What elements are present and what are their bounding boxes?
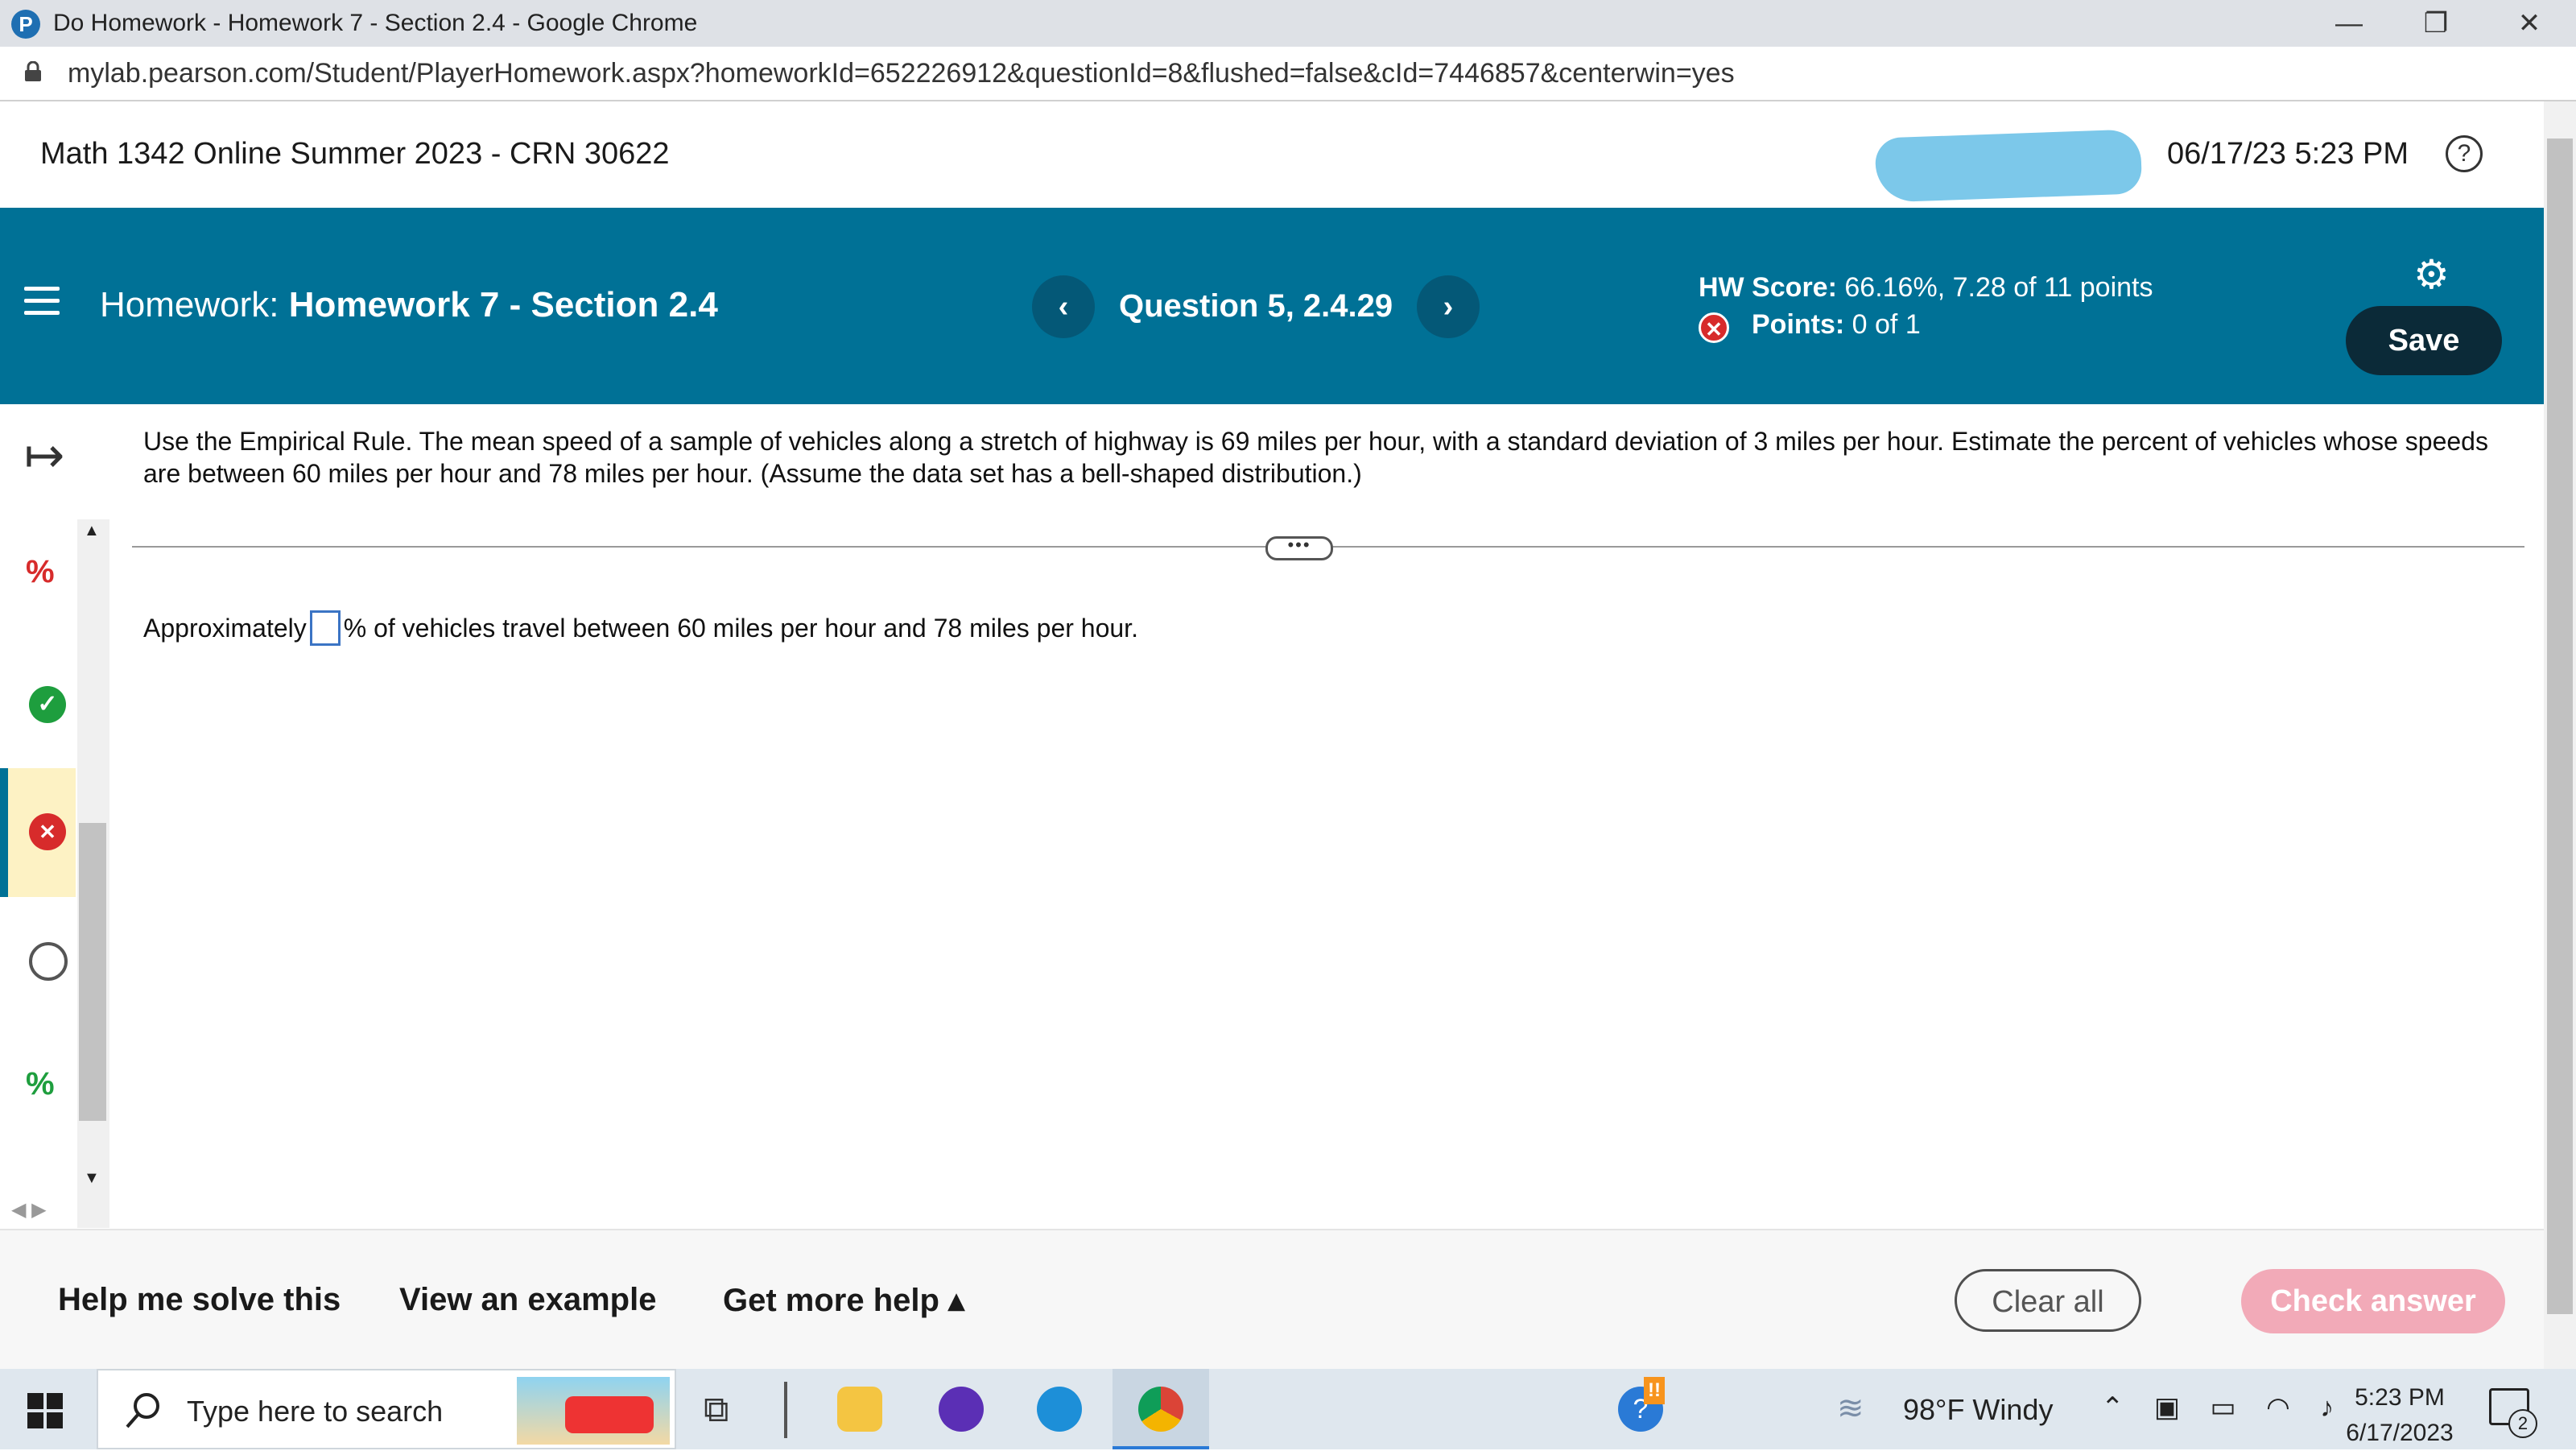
check-answer-button[interactable]: Check answer bbox=[2241, 1269, 2505, 1333]
file-explorer-icon[interactable] bbox=[837, 1387, 882, 1432]
save-button[interactable]: Save bbox=[2346, 306, 2502, 375]
expand-rail-icon[interactable]: ↦ bbox=[24, 432, 64, 480]
date-time: 06/17/23 5:23 PM bbox=[2167, 137, 2409, 171]
search-icon bbox=[126, 1393, 159, 1428]
homework-title: Homework: Homework 7 - Section 2.4 bbox=[100, 285, 718, 325]
redacted-user-name bbox=[1874, 129, 2143, 203]
menu-icon[interactable] bbox=[24, 287, 60, 323]
weather-text[interactable]: 98°F Windy bbox=[1903, 1393, 2053, 1427]
rail-selected-indicator bbox=[0, 768, 8, 897]
browser-title-bar: P Do Homework - Homework 7 - Section 2.4… bbox=[0, 0, 2576, 47]
notification-count: 2 bbox=[2508, 1409, 2537, 1438]
hw-score: HW Score: 66.16%, 7.28 of 11 points bbox=[1699, 272, 2153, 304]
clock-date: 6/17/2023 bbox=[2346, 1420, 2454, 1446]
homework-prefix: Homework: bbox=[100, 285, 279, 325]
close-window-button[interactable]: ✕ bbox=[2481, 0, 2576, 47]
points-value: 0 of 1 bbox=[1852, 309, 1921, 340]
points: Points: 0 of 1 bbox=[1752, 309, 1921, 341]
rail-scroll-down-icon[interactable]: ▼ bbox=[84, 1169, 100, 1188]
previous-question-button[interactable]: ‹ bbox=[1032, 275, 1095, 338]
help-icon[interactable]: ? bbox=[2446, 135, 2483, 172]
rail-scroll-up-icon[interactable]: ▲ bbox=[84, 522, 100, 540]
more-options-button[interactable]: ••• bbox=[1265, 536, 1333, 560]
wind-icon: ≋ bbox=[1837, 1391, 1864, 1426]
address-bar: mylab.pearson.com/Student/PlayerHomework… bbox=[0, 47, 2576, 101]
restore-button[interactable]: ❐ bbox=[2388, 0, 2484, 47]
window-title: Do Homework - Homework 7 - Section 2.4 -… bbox=[53, 10, 698, 36]
hw-score-label: HW Score: bbox=[1699, 272, 1837, 303]
url-field[interactable]: mylab.pearson.com/Student/PlayerHomework… bbox=[68, 58, 1735, 89]
homework-name: Homework 7 - Section 2.4 bbox=[288, 285, 718, 325]
help-me-solve-button[interactable]: Help me solve this bbox=[58, 1282, 341, 1318]
check-icon[interactable]: ✓ bbox=[29, 686, 66, 723]
clock-time: 5:23 PM bbox=[2355, 1384, 2445, 1411]
homework-bar: Homework: Homework 7 - Section 2.4 ‹ Que… bbox=[0, 208, 2544, 404]
minimize-button[interactable]: — bbox=[2301, 0, 2397, 47]
search-highlight-image bbox=[517, 1377, 670, 1445]
chrome-icon bbox=[1138, 1387, 1183, 1432]
gear-icon[interactable]: ⚙ bbox=[2413, 251, 2450, 298]
taskbar-clock[interactable]: 5:23 PM 6/17/2023 bbox=[2339, 1380, 2460, 1451]
question-text: Use the Empirical Rule. The mean speed o… bbox=[143, 427, 2488, 488]
chrome-taskbar-item[interactable] bbox=[1113, 1369, 1209, 1449]
taskbar: Type here to search ⧉ ? !! ≋ 98°F Windy … bbox=[0, 1369, 2576, 1449]
taskbar-divider bbox=[784, 1382, 787, 1438]
circle-icon[interactable] bbox=[29, 942, 68, 981]
edge-icon[interactable] bbox=[1037, 1387, 1082, 1432]
page-scroll-thumb[interactable] bbox=[2547, 138, 2573, 1314]
answer-row: Approximately % of vehicles travel betwe… bbox=[143, 610, 1138, 646]
clear-all-button[interactable]: Clear all bbox=[1955, 1269, 2141, 1332]
next-question-button[interactable]: › bbox=[1417, 275, 1480, 338]
get-more-help-button[interactable]: Get more help ▴ bbox=[723, 1282, 964, 1319]
view-example-button[interactable]: View an example bbox=[399, 1282, 656, 1318]
task-view-icon[interactable]: ⧉ bbox=[704, 1390, 729, 1430]
answer-prefix: Approximately bbox=[143, 613, 307, 643]
van-icon bbox=[565, 1396, 654, 1433]
page-header: Math 1342 Online Summer 2023 - CRN 30622… bbox=[0, 101, 2544, 208]
incorrect-points-icon: ✕ bbox=[1699, 312, 1729, 343]
question-label[interactable]: Question 5, 2.4.29 bbox=[1119, 288, 1393, 325]
rail-hscroll-icon[interactable]: ◀ ▶ bbox=[11, 1198, 47, 1222]
system-tray-icons[interactable]: ⌃ ▣ ▭ ◠ ♪ bbox=[2101, 1391, 2345, 1424]
x-icon[interactable]: ✕ bbox=[29, 813, 66, 850]
alert-badge-icon: !! bbox=[1644, 1377, 1665, 1404]
pearson-favicon-icon: P bbox=[11, 10, 40, 39]
search-placeholder: Type here to search bbox=[187, 1395, 444, 1428]
footer-bar: Help me solve this View an example Get m… bbox=[0, 1229, 2544, 1370]
partial-credit-icon[interactable]: % bbox=[26, 1066, 55, 1102]
windows-start-icon[interactable] bbox=[27, 1393, 63, 1428]
partial-credit-icon[interactable]: % bbox=[26, 554, 55, 590]
media-app-icon[interactable] bbox=[939, 1387, 984, 1432]
points-label: Points: bbox=[1752, 309, 1845, 340]
course-title: Math 1342 Online Summer 2023 - CRN 30622 bbox=[40, 137, 670, 171]
lock-icon[interactable] bbox=[24, 61, 42, 82]
hw-score-value: 66.16%, 7.28 of 11 points bbox=[1844, 272, 2153, 303]
answer-input[interactable] bbox=[309, 610, 341, 646]
rail-scroll-thumb[interactable] bbox=[79, 823, 106, 1121]
taskbar-search[interactable]: Type here to search bbox=[97, 1369, 676, 1449]
answer-suffix: % of vehicles travel between 60 miles pe… bbox=[343, 613, 1138, 643]
